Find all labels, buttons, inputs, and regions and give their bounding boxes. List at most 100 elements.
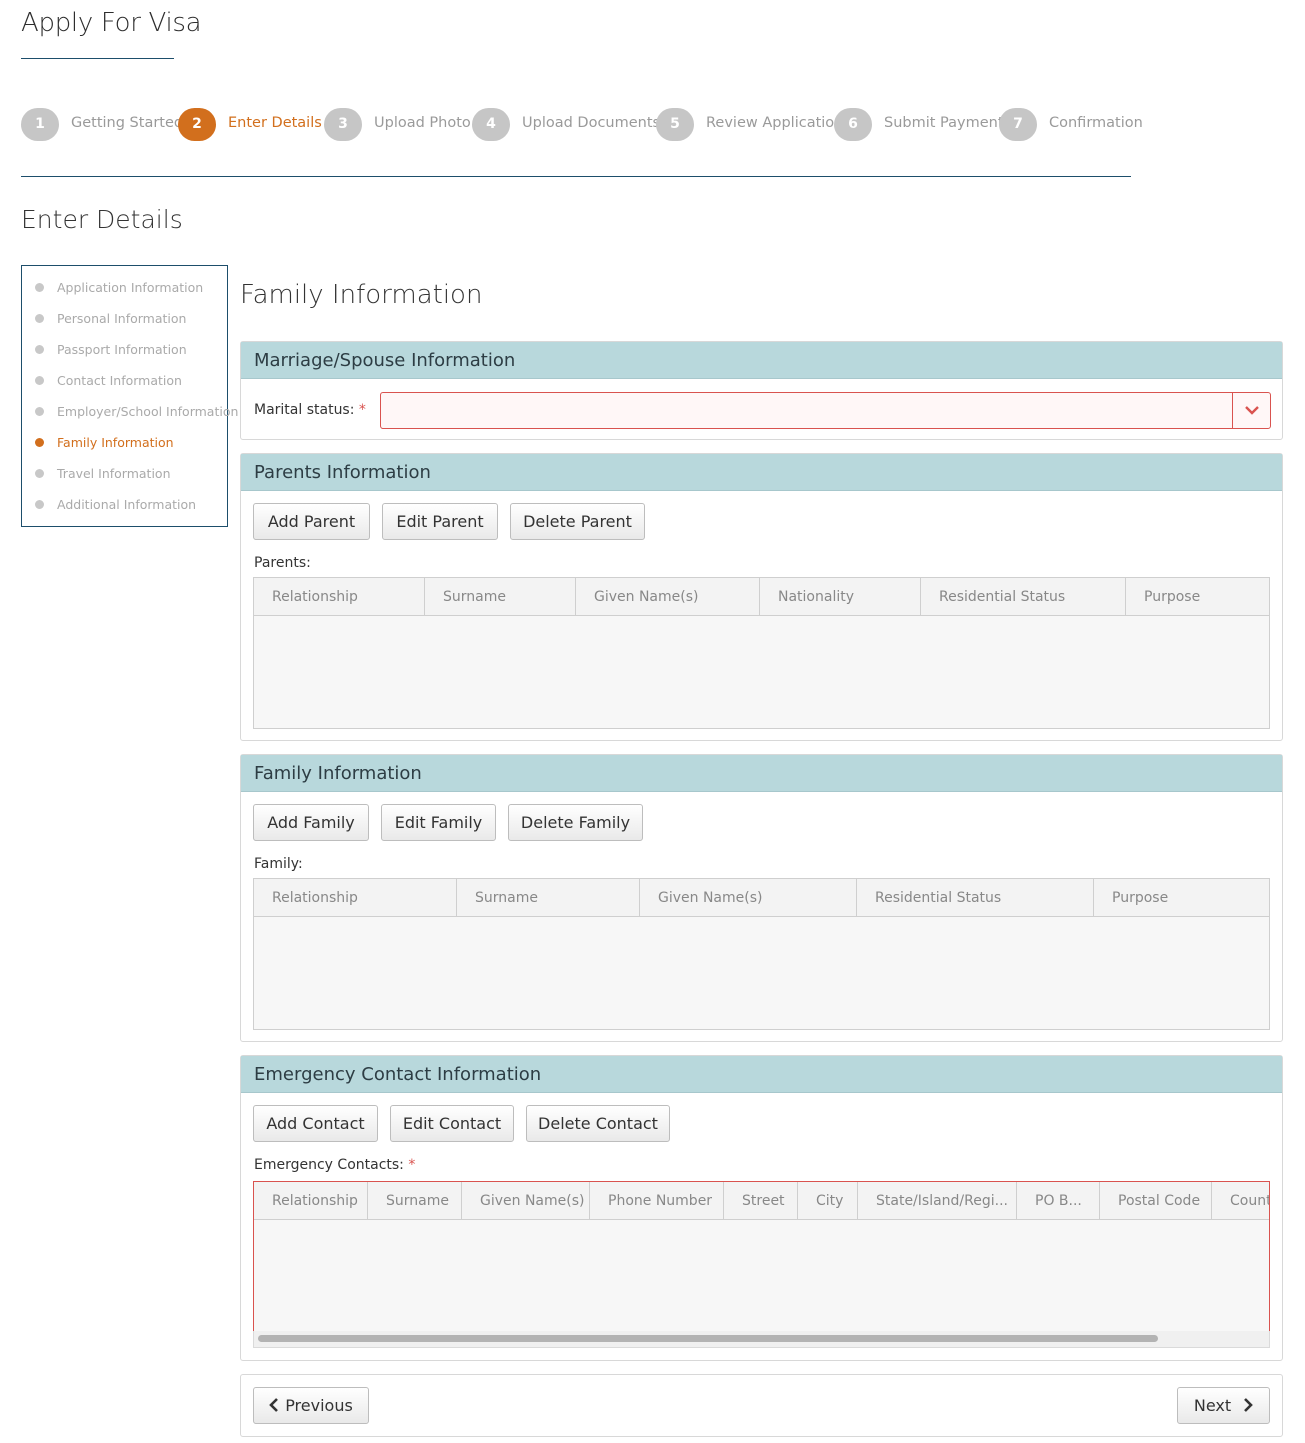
previous-button[interactable]: Previous: [253, 1387, 369, 1424]
column-header-relationship[interactable]: Relationship: [254, 578, 425, 616]
sidebar-item-additional-information[interactable]: Additional Information: [22, 493, 227, 524]
column-header-city[interactable]: City: [798, 1182, 858, 1220]
edit-contact-button[interactable]: Edit Contact: [390, 1105, 514, 1142]
column-header-po-box[interactable]: PO B...: [1017, 1182, 1100, 1220]
navigation-panel: Previous Next: [240, 1374, 1283, 1437]
step-label: Review Application: [706, 115, 844, 131]
emergency-contact-panel: Emergency Contact Information Add Contac…: [240, 1055, 1283, 1361]
chevron-left-icon: [269, 1398, 279, 1412]
column-header-surname[interactable]: Surname: [425, 578, 576, 616]
column-header-street[interactable]: Street: [724, 1182, 798, 1220]
required-mark: *: [358, 402, 366, 418]
sidebar-item-label: Additional Information: [57, 497, 197, 512]
emergency-contacts-label: Emergency Contacts: *: [254, 1157, 415, 1173]
step-number: 6: [834, 108, 872, 141]
step-label: Confirmation: [1049, 115, 1143, 131]
section-title: Enter Details: [21, 205, 183, 234]
bullet-icon: [35, 469, 44, 478]
title-underline: [21, 58, 174, 59]
column-header-postal-code[interactable]: Postal Code: [1100, 1182, 1212, 1220]
bullet-icon: [35, 438, 44, 447]
column-header-given-names[interactable]: Given Name(s): [640, 879, 857, 917]
step-number: 5: [656, 108, 694, 141]
column-header-relationship[interactable]: Relationship: [254, 1182, 368, 1220]
next-button[interactable]: Next: [1177, 1387, 1270, 1424]
family-panel: Family Information Add Family Edit Famil…: [240, 754, 1283, 1042]
sidebar-item-personal-information[interactable]: Personal Information: [22, 307, 227, 338]
table-header: Relationship Surname Given Name(s) Natio…: [254, 578, 1269, 616]
chevron-down-icon[interactable]: [1232, 393, 1270, 428]
delete-family-button[interactable]: Delete Family: [508, 804, 643, 841]
step-number: 4: [472, 108, 510, 141]
column-header-residential-status[interactable]: Residential Status: [857, 879, 1094, 917]
required-mark: *: [408, 1157, 416, 1173]
emergency-contacts-label-text: Emergency Contacts:: [254, 1157, 404, 1173]
step-number: 7: [999, 108, 1037, 141]
delete-contact-button[interactable]: Delete Contact: [526, 1105, 670, 1142]
sidebar-item-label: Passport Information: [57, 342, 187, 357]
previous-label: Previous: [285, 1396, 353, 1415]
sidebar-item-travel-information[interactable]: Travel Information: [22, 462, 227, 493]
sidebar-item-label: Personal Information: [57, 311, 187, 326]
page-heading: Family Information: [240, 280, 483, 310]
bullet-icon: [35, 345, 44, 354]
column-header-relationship[interactable]: Relationship: [254, 879, 457, 917]
bullet-icon: [35, 376, 44, 385]
column-header-state[interactable]: State/Island/Regi...: [858, 1182, 1017, 1220]
column-header-country[interactable]: Count: [1212, 1182, 1269, 1220]
column-header-purpose[interactable]: Purpose: [1126, 578, 1269, 616]
bullet-icon: [35, 283, 44, 292]
details-sidebar: Application Information Personal Informa…: [21, 265, 238, 527]
horizontal-scrollbar[interactable]: [253, 1331, 1270, 1348]
add-parent-button[interactable]: Add Parent: [253, 503, 370, 540]
delete-parent-button[interactable]: Delete Parent: [510, 503, 645, 540]
sidebar-item-application-information[interactable]: Application Information: [22, 276, 227, 307]
marital-status-label: Marital status: *: [254, 402, 366, 418]
marital-status-label-text: Marital status:: [254, 402, 355, 418]
chevron-right-icon: [1244, 1398, 1253, 1412]
column-header-residential-status[interactable]: Residential Status: [921, 578, 1126, 616]
stepper-divider: [21, 176, 1131, 177]
step-label: Upload Photo: [374, 115, 471, 131]
panel-title: Marriage/Spouse Information: [241, 342, 1282, 379]
scrollbar-thumb[interactable]: [258, 1335, 1158, 1342]
sidebar-item-employer-school-information[interactable]: Employer/School Information: [22, 400, 238, 431]
emergency-contacts-table[interactable]: Relationship Surname Given Name(s) Phone…: [253, 1181, 1270, 1332]
table-header: Relationship Surname Given Name(s) Resid…: [254, 879, 1269, 917]
column-header-given-names[interactable]: Given Name(s): [462, 1182, 590, 1220]
column-header-surname[interactable]: Surname: [368, 1182, 462, 1220]
edit-parent-button[interactable]: Edit Parent: [382, 503, 498, 540]
panel-title: Family Information: [241, 755, 1282, 792]
panel-title: Parents Information: [241, 454, 1282, 491]
parents-table[interactable]: Relationship Surname Given Name(s) Natio…: [253, 577, 1270, 729]
column-header-surname[interactable]: Surname: [457, 879, 640, 917]
step-label: Enter Details: [228, 115, 322, 131]
family-table[interactable]: Relationship Surname Given Name(s) Resid…: [253, 878, 1270, 1030]
panel-title: Emergency Contact Information: [241, 1056, 1282, 1093]
bullet-icon: [35, 500, 44, 509]
bullet-icon: [35, 407, 44, 416]
marriage-panel: Marriage/Spouse Information Marital stat…: [240, 341, 1283, 440]
sidebar-item-passport-information[interactable]: Passport Information: [22, 338, 227, 369]
parents-panel: Parents Information Add Parent Edit Pare…: [240, 453, 1283, 741]
column-header-nationality[interactable]: Nationality: [760, 578, 921, 616]
column-header-purpose[interactable]: Purpose: [1094, 879, 1269, 917]
step-label: Submit Payment: [884, 115, 1004, 131]
column-header-given-names[interactable]: Given Name(s): [576, 578, 760, 616]
sidebar-item-family-information[interactable]: Family Information: [22, 431, 227, 462]
bullet-icon: [35, 314, 44, 323]
column-header-phone-number[interactable]: Phone Number: [590, 1182, 724, 1220]
sidebar-item-label: Application Information: [57, 280, 204, 295]
sidebar-item-label: Family Information: [57, 435, 174, 450]
sidebar-item-contact-information[interactable]: Contact Information: [22, 369, 227, 400]
step-label: Upload Documents: [522, 115, 661, 131]
edit-family-button[interactable]: Edit Family: [381, 804, 496, 841]
next-label: Next: [1193, 1396, 1232, 1415]
parents-list-label: Parents:: [254, 555, 311, 571]
app-title: Apply For Visa: [21, 8, 202, 38]
marital-status-select[interactable]: [380, 392, 1271, 429]
sidebar-item-label: Travel Information: [57, 466, 171, 481]
add-family-button[interactable]: Add Family: [253, 804, 369, 841]
step-number: 1: [21, 108, 59, 141]
add-contact-button[interactable]: Add Contact: [253, 1105, 378, 1142]
